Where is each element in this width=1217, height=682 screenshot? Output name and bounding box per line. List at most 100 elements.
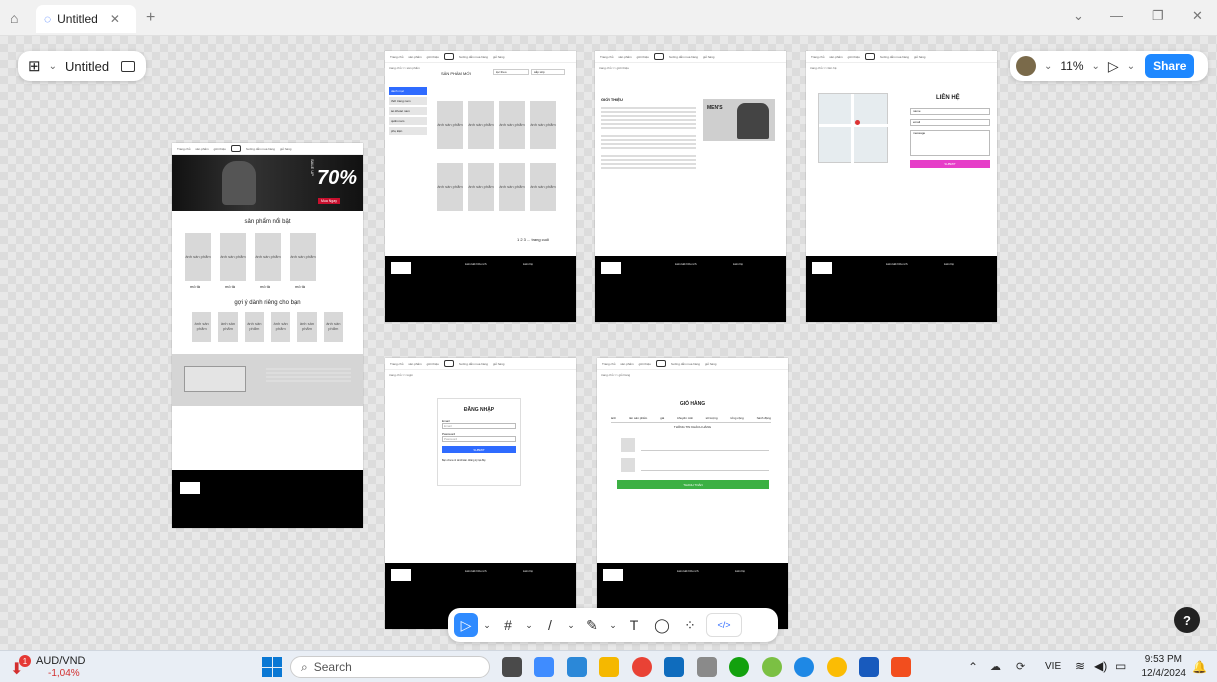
wifi-icon[interactable]: ≋ xyxy=(1075,659,1085,673)
frame-products[interactable]: Trang chủ sản phẩm giới thiệu hướng dẫn … xyxy=(385,51,576,322)
nav-item: giới thiệu xyxy=(426,361,439,366)
frame-login[interactable]: Trang chủ sản phẩm giới thiệu hướng dẫn … xyxy=(385,358,576,629)
dev-mode-toggle[interactable]: </> xyxy=(706,613,742,637)
logo xyxy=(653,53,664,60)
frame-home[interactable]: Trang chủ sản phẩm giới thiệu hướng dẫn … xyxy=(172,143,363,528)
restore-button[interactable]: ❐ xyxy=(1152,8,1164,24)
file-explorer-icon[interactable] xyxy=(599,657,620,677)
clock-date[interactable]: 12/4/2024 xyxy=(1138,668,1187,679)
new-tab-button[interactable]: + xyxy=(146,9,155,27)
frame-nav: Trang chủ sản phẩm giới thiệu hướng dẫn … xyxy=(597,358,788,370)
cart-title: GIỎ HÀNG xyxy=(679,401,706,407)
figma-file-icon: ◌ xyxy=(44,12,52,26)
messenger-icon[interactable] xyxy=(794,657,815,677)
volume-icon[interactable]: ◀) xyxy=(1094,659,1107,673)
about-image: MEN'S xyxy=(703,99,775,141)
minimize-button[interactable]: — xyxy=(1110,8,1123,23)
tray-chevron-icon[interactable]: ⌃ xyxy=(968,660,978,674)
cart-col: tên sản phẩm xyxy=(629,416,648,420)
product-placeholder: ảnh sản phẩm xyxy=(218,312,238,342)
tab-untitled[interactable]: ◌ Untitled ✕ xyxy=(36,5,136,33)
nav-item: Trang chủ xyxy=(177,146,191,151)
product-placeholder: ảnh sản phẩm xyxy=(270,312,291,342)
pen-tool-icon[interactable]: ✎ xyxy=(580,613,604,637)
footer-contact-title: Liên hệ xyxy=(523,569,533,573)
nav-item: giới thiệu xyxy=(213,146,226,151)
chevron-down-icon[interactable]: ⌄ xyxy=(608,613,618,637)
close-tab-icon[interactable]: ✕ xyxy=(110,12,120,26)
chrome-icon[interactable] xyxy=(631,657,652,677)
sidebar-item: quần nam xyxy=(389,117,427,125)
chevron-down-icon[interactable]: ⌄ xyxy=(1073,8,1084,24)
tray-sync-icon[interactable]: ⟳ xyxy=(1016,660,1025,673)
sidebar-item: phụ kiện xyxy=(389,127,427,135)
product-placeholder: ảnh sản phẩm xyxy=(437,163,463,211)
frame-tool-icon[interactable]: # xyxy=(496,613,520,637)
cart-header-row: ảnh tên sản phẩm giá khuyến mãi số lượng… xyxy=(611,416,771,423)
edge-icon[interactable] xyxy=(729,657,750,677)
comment-tool-icon[interactable]: ◯ xyxy=(650,613,674,637)
chevron-down-icon[interactable]: ⌄ xyxy=(49,61,57,72)
play-icon[interactable]: ▷ xyxy=(1108,58,1119,75)
help-button[interactable]: ? xyxy=(1174,607,1200,633)
home-icon[interactable]: ⌂ xyxy=(10,10,18,26)
featured-title: sản phẩm nổi bật xyxy=(244,219,291,225)
email-field: email xyxy=(910,119,990,126)
nav-item: giới thiệu xyxy=(426,54,439,59)
chevron-down-icon[interactable]: ⌄ xyxy=(482,613,492,637)
product-desc: mô tả xyxy=(295,284,306,289)
chevron-down-icon[interactable]: ⌄ xyxy=(566,613,576,637)
hero-model-image xyxy=(222,161,256,205)
pagination: 1 2 3 ... trang cuối xyxy=(517,237,550,242)
zoom-level[interactable]: 11% xyxy=(1060,59,1083,73)
clock-time[interactable]: 9:53 PM xyxy=(1142,654,1182,665)
figma-menu-icon[interactable]: ⊞ xyxy=(28,57,41,75)
password-field: Password xyxy=(442,436,516,442)
taskbar-apps xyxy=(498,657,915,682)
windows-start-icon[interactable] xyxy=(262,657,282,677)
widgets-icon[interactable] xyxy=(534,657,555,677)
login-title: ĐĂNG NHẬP xyxy=(463,407,495,413)
notification-bell-icon[interactable]: 🔔 xyxy=(1192,660,1207,674)
chevron-down-icon[interactable]: ⌄ xyxy=(1044,61,1052,72)
frame-nav: Trang chủ sản phẩm giới thiệu hướng dẫn … xyxy=(806,51,997,63)
tray-app-icon[interactable]: ☁ xyxy=(990,660,1001,673)
app-icon[interactable] xyxy=(761,657,782,677)
figma-icon[interactable] xyxy=(891,657,912,677)
product-desc: mô tả xyxy=(190,284,201,289)
design-canvas[interactable]: Trang chủ sản phẩm giới thiệu hướng dẫn … xyxy=(0,36,1217,650)
footer-links-title: Liên kết hữu ích xyxy=(677,569,699,573)
chrome-profile-icon[interactable] xyxy=(826,657,847,677)
chevron-down-icon[interactable]: ⌄ xyxy=(1092,61,1100,72)
store-icon[interactable] xyxy=(696,657,717,677)
taskbar-search[interactable]: ⌕ Search xyxy=(290,656,490,678)
share-button[interactable]: Share xyxy=(1145,54,1195,78)
ticker-icon[interactable]: ⬇ 1 xyxy=(10,655,31,678)
language-indicator[interactable]: VIE xyxy=(1045,661,1061,672)
text-tool-icon[interactable]: T xyxy=(622,613,646,637)
frame-contact[interactable]: Trang chủ sản phẩm giới thiệu hướng dẫn … xyxy=(806,51,997,322)
move-tool-icon[interactable]: ▷ xyxy=(454,613,478,637)
file-name[interactable]: Untitled xyxy=(65,59,109,74)
footer-contact-title: Liên hệ xyxy=(733,262,743,266)
frame-cart[interactable]: Trang chủ sản phẩm giới thiệu hướng dẫn … xyxy=(597,358,788,629)
footer-contact-title: Liên hệ xyxy=(735,569,745,573)
chevron-down-icon[interactable]: ⌄ xyxy=(524,613,534,637)
sidebar-toggle-icon[interactable] xyxy=(121,60,136,72)
chevron-down-icon[interactable]: ⌄ xyxy=(1127,61,1135,72)
photos-icon[interactable] xyxy=(566,657,587,677)
sort-select: sắp xếp xyxy=(531,69,565,75)
logo xyxy=(655,360,666,367)
avatar[interactable] xyxy=(1016,56,1036,76)
battery-icon[interactable]: ▭ xyxy=(1115,659,1126,673)
outlook-icon[interactable] xyxy=(664,657,685,677)
nav-item: giỏ hàng xyxy=(279,146,292,151)
product-placeholder: ảnh sản phẩm xyxy=(468,101,494,149)
close-window-button[interactable]: ✕ xyxy=(1192,8,1203,24)
word-icon[interactable] xyxy=(858,657,879,677)
product-placeholder: ảnh sản phẩm xyxy=(437,101,463,149)
task-view-icon[interactable] xyxy=(502,657,522,677)
actions-icon[interactable]: ⁘ xyxy=(678,613,702,637)
frame-about[interactable]: Trang chủ sản phẩm giới thiệu hướng dẫn … xyxy=(595,51,786,322)
line-tool-icon[interactable]: / xyxy=(538,613,562,637)
